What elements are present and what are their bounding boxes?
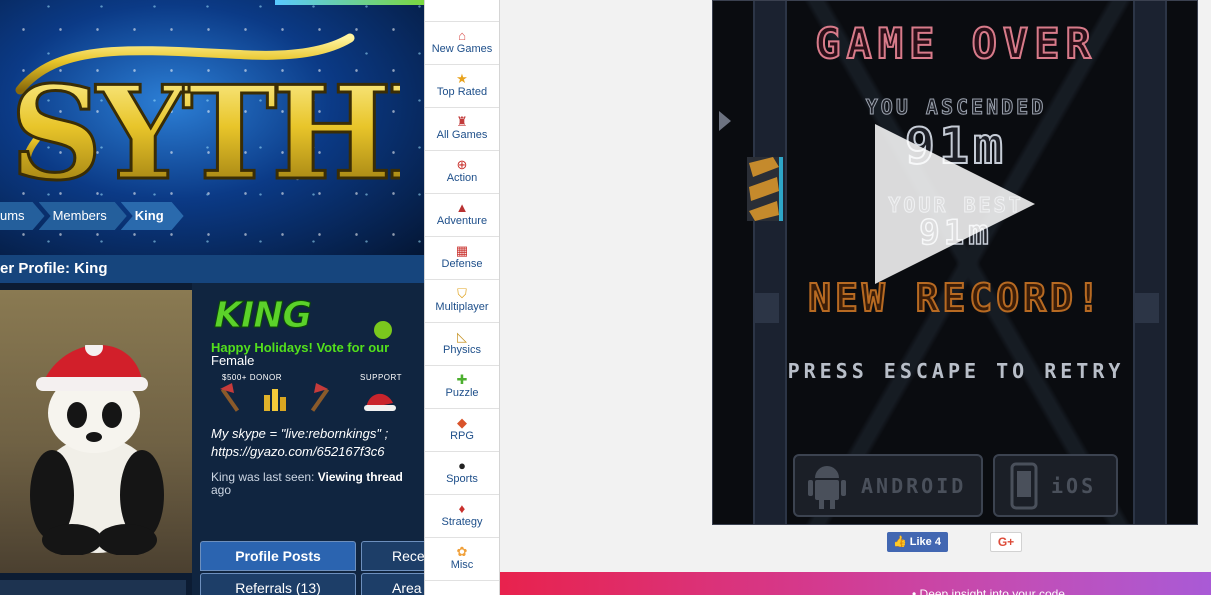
user-badges: $500+ DONOR SUPPORT — [218, 373, 425, 415]
category-label: All Games — [436, 129, 488, 141]
category-label: Misc — [450, 559, 474, 571]
page-title: er Profile: King — [0, 255, 425, 283]
banner-top-strip — [275, 0, 425, 5]
sword-icon: ◆ — [457, 415, 467, 430]
category-item-multiplayer[interactable]: ⛉ Multiplayer — [425, 280, 499, 323]
tab-recent-activity[interactable]: Rece — [361, 541, 425, 571]
page: SYTHE ums Members King er Profile: King — [0, 0, 1211, 595]
sythe-logo-graphic: SYTHE — [9, 33, 425, 211]
promo-text: • Deep insight into your code — [912, 587, 1065, 595]
category-label: Strategy — [441, 516, 483, 528]
last-seen: King was last seen: Viewing thread — [211, 470, 425, 484]
online-status-dot — [374, 321, 392, 339]
category-label: Sports — [446, 473, 478, 485]
category-list: ⌂ New Games ★ Top Rated ♜ All Games ⊕ Action ▲ Ad… — [425, 22, 499, 581]
gold-coins-icon — [264, 389, 286, 411]
android-label: ANDROID — [861, 474, 967, 498]
santa-hat-icon — [364, 393, 396, 411]
breadcrumb: ums Members King — [0, 202, 178, 230]
signature-quote-line-1: My skype = "live:rebornkings" ; — [211, 426, 389, 441]
category-label: Multiplayer — [435, 301, 489, 313]
rocket-icon: ▲ — [455, 200, 469, 215]
game-over-text: GAME OVER — [814, 18, 1097, 69]
category-item-adventure[interactable]: ▲ Adventure — [425, 194, 499, 237]
category-item-rpg[interactable]: ◆ RPG — [425, 409, 499, 452]
like-label: Like 4 — [909, 536, 941, 548]
breadcrumb-forums[interactable]: ums — [0, 202, 45, 230]
google-plus-button[interactable]: G+ — [990, 532, 1022, 552]
category-item-strategy[interactable]: ♦ Strategy — [425, 495, 499, 538]
category-item-top-rated[interactable]: ★ Top Rated — [425, 65, 499, 108]
breadcrumb-members[interactable]: Members — [39, 202, 127, 230]
crosshair-icon: ⊕ — [456, 157, 468, 172]
avatar[interactable] — [0, 290, 192, 573]
android-store-button[interactable]: ANDROID — [793, 454, 983, 517]
last-seen-prefix: King was last seen: — [211, 470, 315, 484]
category-item-all-games[interactable]: ♜ All Games — [425, 108, 499, 151]
last-seen-ago: ago — [211, 483, 232, 497]
you-ascended-label: YOU ASCENDED — [865, 95, 1047, 120]
triangle-ruler-icon: ◺ — [457, 329, 467, 344]
promo-banner[interactable]: • Deep insight into your code — [500, 572, 1211, 595]
category-item-puzzle[interactable]: ✚ Puzzle — [425, 366, 499, 409]
breadcrumb-king[interactable]: King — [121, 202, 184, 230]
tab-referrals[interactable]: Referrals (13) — [200, 573, 356, 595]
game-canvas[interactable]: GAME OVER YOU ASCENDED 91m YOUR BEST 91m… — [712, 0, 1198, 525]
axe-icon — [310, 383, 330, 412]
profile-info: KING Happy Holidays! Vote for our Female… — [192, 283, 425, 595]
tab-areas[interactable]: Area — [361, 573, 425, 595]
signature-link[interactable]: https://gyazo.com/652167f3c6 — [211, 444, 384, 459]
play-icon[interactable] — [875, 124, 1035, 284]
cards-icon: ♦ — [458, 501, 466, 516]
category-item-action[interactable]: ⊕ Action — [425, 151, 499, 194]
category-label: Action — [446, 172, 478, 184]
forum-profile-panel: SYTHE ums Members King er Profile: King — [0, 0, 425, 595]
medal-icon: ★ — [456, 71, 468, 86]
panda-santa-avatar-image — [30, 345, 164, 555]
category-label: Adventure — [436, 215, 488, 227]
category-label: Top Rated — [436, 86, 488, 98]
smartphone-icon — [1010, 462, 1038, 510]
axe-icon — [220, 383, 240, 412]
badge-icons — [220, 383, 396, 412]
soccer-ball-icon: ● — [458, 458, 466, 473]
puzzle-piece-icon: ✚ — [456, 372, 468, 387]
category-item-sports[interactable]: ● Sports — [425, 452, 499, 495]
category-label: Defense — [441, 258, 483, 270]
category-item-physics[interactable]: ◺ Physics — [425, 323, 499, 366]
category-item-misc[interactable]: ✿ Misc — [425, 538, 499, 581]
shield-icon: ⛉ — [457, 286, 467, 301]
ios-label: iOS — [1051, 474, 1097, 498]
category-item-new-games[interactable]: ⌂ New Games — [425, 22, 499, 65]
category-label: Puzzle — [445, 387, 479, 399]
facebook-like-button[interactable]: 👍 Like 4 — [887, 532, 948, 552]
android-robot-icon — [808, 466, 846, 509]
escape-prompt: PRESS ESCAPE TO RETRY — [787, 359, 1125, 383]
last-seen-activity[interactable]: Viewing thread — [318, 470, 403, 484]
category-item-defense[interactable]: ▦ Defense — [425, 237, 499, 280]
sythe-logo[interactable]: SYTHE — [0, 20, 425, 211]
category-label: Physics — [443, 344, 481, 356]
flower-icon: ✿ — [456, 544, 468, 559]
game-category-menu: ⌂ New Games ★ Top Rated ♜ All Games ⊕ Action ▲ Ad… — [424, 0, 500, 595]
gender-label: Female — [211, 353, 255, 368]
svg-text:SYTHE: SYTHE — [10, 59, 400, 195]
thumbs-up-icon: 👍 — [893, 536, 907, 548]
home-icon: ⌂ — [458, 28, 466, 43]
ios-store-button[interactable]: iOS — [993, 454, 1118, 517]
username-logo: KING — [214, 295, 313, 337]
category-label: New Games — [431, 43, 493, 55]
category-label: RPG — [450, 430, 474, 442]
brick-wall-icon: ▦ — [455, 243, 469, 258]
category-menu-header — [425, 0, 499, 22]
tab-profile-posts[interactable]: Profile Posts — [200, 541, 356, 571]
joystick-icon: ♜ — [456, 114, 468, 129]
sidebar-footer-bar — [0, 580, 186, 595]
